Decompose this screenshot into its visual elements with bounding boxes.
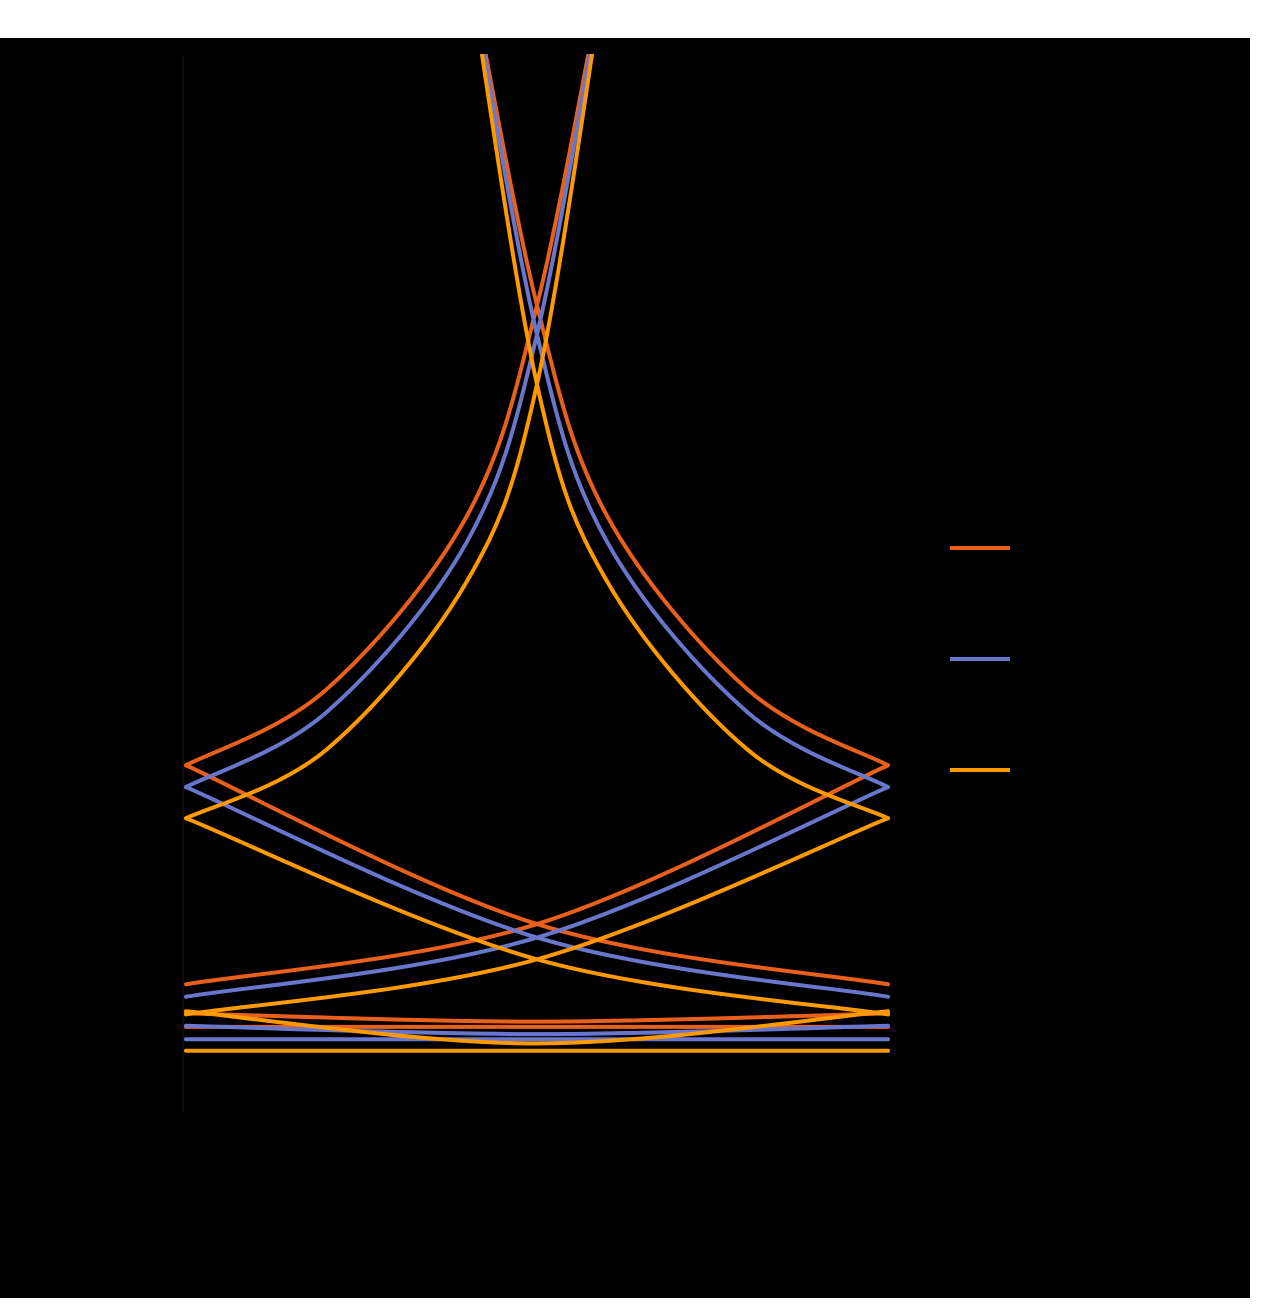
series-1-rising-low-line bbox=[184, 763, 890, 987]
series-layer bbox=[184, 54, 890, 1053]
series-3-rising-low-line bbox=[184, 816, 890, 1017]
series-1-falling-line bbox=[483, 54, 890, 768]
series-3-rising-line bbox=[184, 54, 595, 821]
series-3-falling-line bbox=[479, 54, 890, 821]
line-chart bbox=[182, 54, 890, 1113]
legend-swatch-3 bbox=[950, 768, 1010, 772]
legend-swatch-1 bbox=[950, 546, 1010, 550]
series-1-falling-low-line bbox=[184, 763, 890, 987]
series-1-bowl-line bbox=[184, 1011, 890, 1024]
legend-swatch-2 bbox=[950, 657, 1010, 661]
series-1-rising-line bbox=[184, 54, 591, 768]
chart-panel bbox=[0, 38, 1250, 1298]
series-3-falling-low-line bbox=[184, 816, 890, 1017]
